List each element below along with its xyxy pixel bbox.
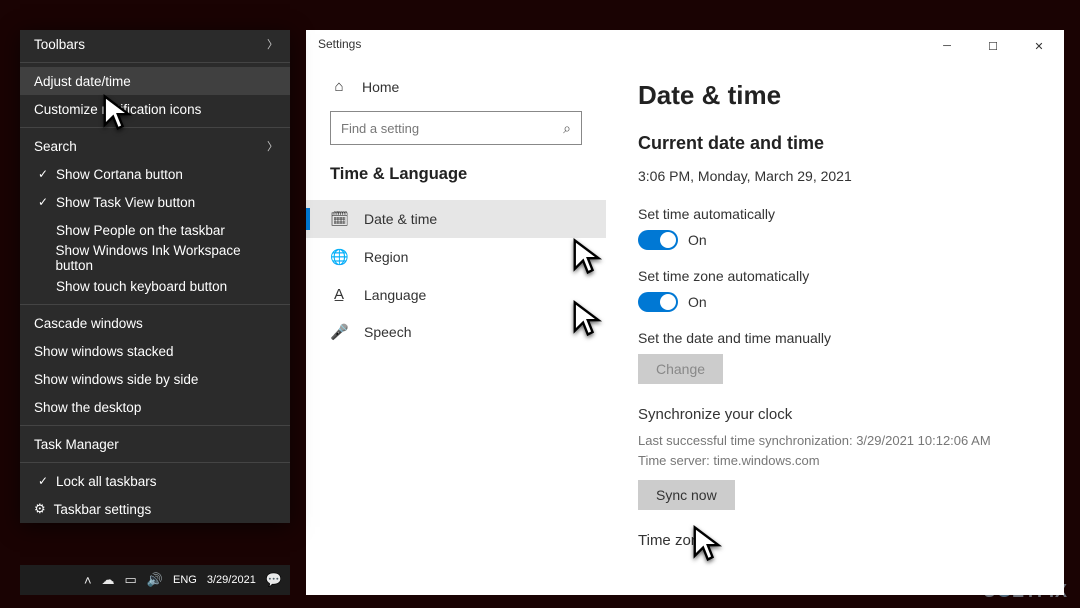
taskbar-language[interactable]: ENG	[173, 574, 197, 586]
label-set-tz-auto: Set time zone automatically	[638, 268, 1054, 284]
menu-label: Taskbar settings	[54, 502, 152, 517]
settings-content: Date & time Current date and time 3:06 P…	[606, 62, 1064, 595]
menu-label: Toolbars	[34, 37, 85, 52]
label-set-manual: Set the date and time manually	[638, 330, 1054, 346]
category-heading: Time & Language	[306, 155, 606, 200]
separator	[20, 62, 290, 63]
menu-label: Task Manager	[34, 437, 119, 452]
microphone-icon: 🎤	[330, 323, 348, 341]
cursor-icon	[690, 525, 728, 568]
menu-label: Show Task View button	[56, 195, 195, 210]
menu-desktop[interactable]: Show the desktop	[20, 393, 290, 421]
nav-label: Date & time	[364, 211, 437, 227]
nav-date-time[interactable]: 🗓 Date & time	[306, 200, 606, 238]
taskbar: ˄ ☁ ▭ 🔊 ENG 3/29/2021 💬	[20, 565, 290, 595]
menu-cascade[interactable]: Cascade windows	[20, 309, 290, 337]
nav-language[interactable]: A̲ Language	[306, 276, 606, 313]
menu-adjust-date-time[interactable]: Adjust date/time	[20, 67, 290, 95]
settings-window: Settings ─ ☐ ✕ ⌂ Home Find a setting ⌕ T…	[306, 30, 1064, 595]
window-title: Settings	[318, 37, 361, 51]
page-heading: Date & time	[638, 80, 1054, 111]
home-link[interactable]: ⌂ Home	[306, 68, 606, 105]
cursor-icon	[100, 94, 138, 137]
language-icon: A̲	[330, 286, 348, 303]
close-button[interactable]: ✕	[1016, 30, 1062, 62]
home-icon: ⌂	[330, 78, 348, 95]
settings-sidebar: ⌂ Home Find a setting ⌕ Time & Language …	[306, 62, 606, 595]
sync-last: Last successful time synchronization: 3/…	[638, 431, 1054, 451]
sync-now-button[interactable]: Sync now	[638, 480, 735, 510]
taskbar-context-menu: Toolbars 〉 Adjust date/time Customize not…	[20, 30, 290, 523]
cursor-icon	[570, 238, 608, 281]
menu-label: Show touch keyboard button	[56, 279, 227, 294]
taskbar-date: 3/29/2021	[207, 574, 256, 586]
sync-server: Time server: time.windows.com	[638, 451, 1054, 471]
menu-label: Show People on the taskbar	[56, 223, 225, 238]
check-icon: ✓	[34, 474, 52, 488]
label-set-time-auto: Set time automatically	[638, 206, 1054, 222]
toggle-state: On	[688, 294, 707, 310]
menu-touch-kb[interactable]: Show touch keyboard button	[20, 272, 290, 300]
menu-ink[interactable]: Show Windows Ink Workspace button	[20, 244, 290, 272]
check-icon: ✓	[34, 167, 52, 181]
menu-label: Show windows side by side	[34, 372, 198, 387]
search-input[interactable]: Find a setting ⌕	[330, 111, 582, 145]
menu-label: Show windows stacked	[34, 344, 174, 359]
separator	[20, 127, 290, 128]
nav-label: Region	[364, 249, 408, 265]
nav-label: Language	[364, 287, 426, 303]
menu-label: Search	[34, 139, 77, 154]
menu-label: Show Cortana button	[56, 167, 183, 182]
subheading-current: Current date and time	[638, 133, 1054, 154]
titlebar: Settings ─ ☐ ✕	[306, 30, 1064, 62]
menu-people[interactable]: Show People on the taskbar	[20, 216, 290, 244]
toggle-set-tz-auto[interactable]	[638, 292, 678, 312]
notifications-icon[interactable]: 💬	[266, 572, 282, 588]
label-sync-clock: Synchronize your clock	[638, 406, 1054, 423]
menu-task-manager[interactable]: Task Manager	[20, 430, 290, 458]
cloud-icon[interactable]: ☁	[102, 572, 115, 588]
toggle-state: On	[688, 232, 707, 248]
separator	[20, 425, 290, 426]
menu-lock-taskbars[interactable]: ✓ Lock all taskbars	[20, 467, 290, 495]
nav-label: Speech	[364, 324, 411, 340]
menu-label: Show the desktop	[34, 400, 141, 415]
menu-cortana[interactable]: ✓ Show Cortana button	[20, 160, 290, 188]
sync-info: Last successful time synchronization: 3/…	[638, 431, 1054, 470]
toggle-set-time-auto[interactable]	[638, 230, 678, 250]
chevron-up-icon[interactable]: ˄	[84, 573, 92, 588]
chevron-right-icon: 〉	[267, 36, 278, 52]
menu-search[interactable]: Search 〉	[20, 132, 290, 160]
globe-icon: 🌐	[330, 248, 348, 266]
network-icon[interactable]: ▭	[125, 572, 137, 588]
menu-label: Lock all taskbars	[56, 474, 157, 489]
menu-label: Show Windows Ink Workspace button	[56, 243, 276, 273]
menu-customize-icons[interactable]: Customize notification icons	[20, 95, 290, 123]
check-icon: ✓	[34, 195, 52, 209]
chevron-right-icon: 〉	[267, 138, 278, 154]
minimize-button[interactable]: ─	[924, 30, 970, 62]
taskbar-clock[interactable]: 3/29/2021	[207, 574, 256, 586]
search-icon: ⌕	[563, 120, 571, 137]
menu-sidebyside[interactable]: Show windows side by side	[20, 365, 290, 393]
menu-stacked[interactable]: Show windows stacked	[20, 337, 290, 365]
menu-toolbars[interactable]: Toolbars 〉	[20, 30, 290, 58]
maximize-button[interactable]: ☐	[970, 30, 1016, 62]
menu-label: Cascade windows	[34, 316, 143, 331]
nav-speech[interactable]: 🎤 Speech	[306, 313, 606, 351]
search-placeholder: Find a setting	[341, 121, 419, 136]
cursor-icon	[570, 300, 608, 343]
menu-taskview[interactable]: ✓ Show Task View button	[20, 188, 290, 216]
home-label: Home	[362, 79, 399, 95]
separator	[20, 304, 290, 305]
change-button[interactable]: Change	[638, 354, 723, 384]
volume-icon[interactable]: 🔊	[147, 572, 163, 588]
current-datetime: 3:06 PM, Monday, March 29, 2021	[638, 168, 1054, 184]
menu-label: Adjust date/time	[34, 74, 131, 89]
gear-icon: ⚙	[34, 501, 46, 517]
separator	[20, 462, 290, 463]
menu-taskbar-settings[interactable]: ⚙ Taskbar settings	[20, 495, 290, 523]
calendar-icon: 🗓	[330, 210, 348, 228]
nav-region[interactable]: 🌐 Region	[306, 238, 606, 276]
